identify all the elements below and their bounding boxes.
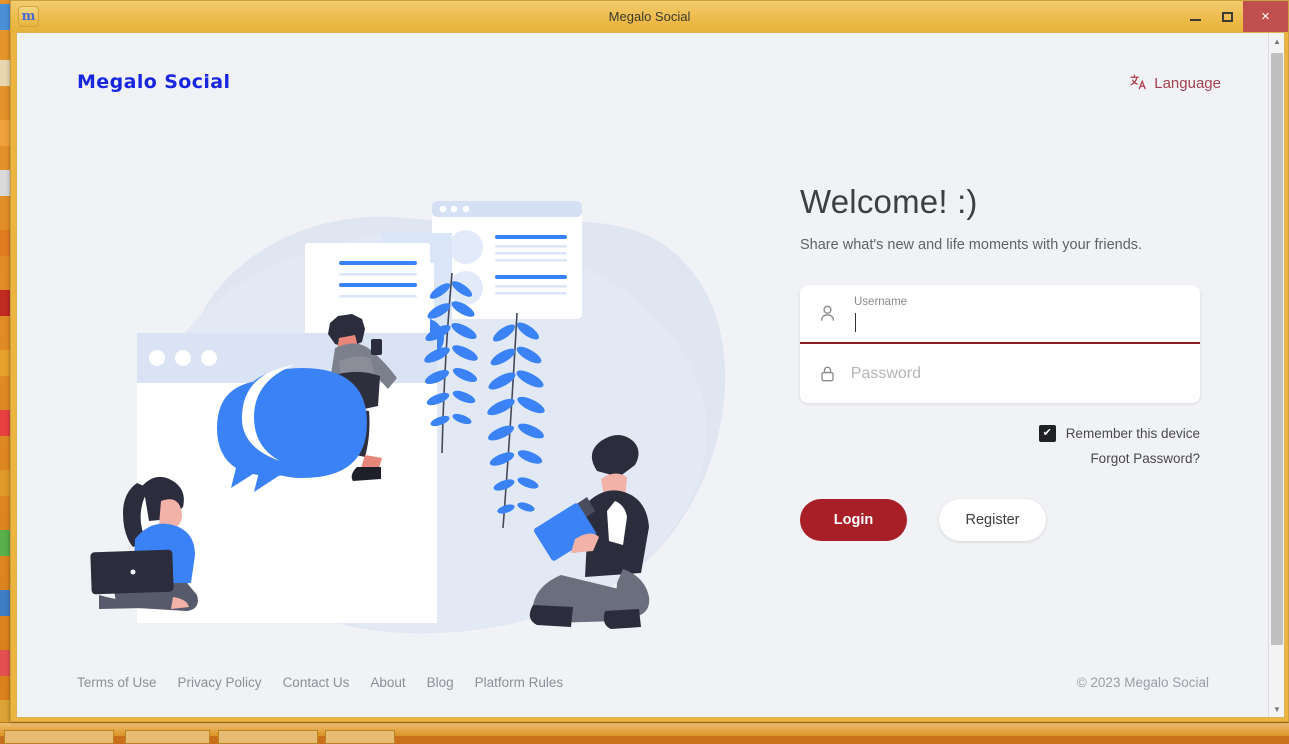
footer-link-terms[interactable]: Terms of Use bbox=[77, 675, 157, 690]
page-footer: Terms of Use Privacy Policy Contact Us A… bbox=[17, 675, 1269, 690]
window-titlebar[interactable]: m Megalo Social × bbox=[11, 1, 1288, 32]
text-cursor bbox=[855, 313, 856, 332]
footer-link-rules[interactable]: Platform Rules bbox=[475, 675, 564, 690]
window-client-area: Megalo Social Language bbox=[16, 32, 1285, 718]
page-title: Welcome! :) bbox=[800, 183, 1220, 221]
login-button[interactable]: Login bbox=[800, 499, 907, 541]
translate-icon bbox=[1130, 74, 1147, 93]
remember-checkbox[interactable]: ✔ bbox=[1039, 425, 1056, 442]
scroll-down-arrow[interactable]: ▼ bbox=[1269, 701, 1285, 717]
forgot-password-link[interactable]: Forgot Password? bbox=[1090, 451, 1200, 466]
taskbar-item[interactable] bbox=[125, 730, 210, 744]
footer-link-privacy[interactable]: Privacy Policy bbox=[178, 675, 262, 690]
language-label: Language bbox=[1154, 75, 1221, 92]
form-buttons: Login Register bbox=[800, 499, 1220, 541]
footer-link-blog[interactable]: Blog bbox=[427, 675, 454, 690]
password-input[interactable] bbox=[851, 365, 1182, 383]
login-page: Megalo Social Language bbox=[17, 33, 1269, 717]
login-form: Welcome! :) Share what's new and life mo… bbox=[800, 183, 1220, 541]
app-icon: m bbox=[18, 6, 39, 27]
scrollbar-thumb[interactable] bbox=[1271, 53, 1283, 645]
register-button[interactable]: Register bbox=[939, 499, 1046, 541]
user-icon bbox=[818, 304, 851, 323]
application-window: m Megalo Social × Megalo Social Language bbox=[10, 0, 1289, 722]
close-button[interactable]: × bbox=[1243, 1, 1288, 32]
maximize-icon bbox=[1222, 12, 1233, 22]
page-subtitle: Share what's new and life moments with y… bbox=[800, 237, 1220, 253]
remember-device-row[interactable]: ✔ Remember this device bbox=[1039, 425, 1200, 442]
maximize-button[interactable] bbox=[1211, 1, 1243, 32]
minimize-icon bbox=[1190, 19, 1201, 21]
username-field-row[interactable]: Username bbox=[800, 285, 1200, 344]
taskbar-item[interactable] bbox=[325, 730, 395, 744]
form-options: ✔ Remember this device Forgot Password? bbox=[800, 425, 1200, 466]
password-field-row[interactable] bbox=[800, 344, 1200, 403]
taskbar-item[interactable] bbox=[218, 730, 318, 744]
copyright-text: © 2023 Megalo Social bbox=[1077, 675, 1209, 690]
vertical-scrollbar[interactable]: ▲ ▼ bbox=[1268, 33, 1284, 717]
brand-logo: Megalo Social bbox=[77, 71, 230, 93]
username-label: Username bbox=[854, 296, 907, 308]
taskbar[interactable] bbox=[0, 722, 1289, 736]
language-selector[interactable]: Language bbox=[1130, 74, 1221, 93]
login-illustration bbox=[77, 183, 757, 653]
window-title: Megalo Social bbox=[11, 9, 1288, 24]
window-controls: × bbox=[1179, 1, 1288, 32]
footer-link-about[interactable]: About bbox=[370, 675, 405, 690]
minimize-button[interactable] bbox=[1179, 1, 1211, 32]
footer-links: Terms of Use Privacy Policy Contact Us A… bbox=[77, 675, 563, 690]
taskbar-item[interactable] bbox=[4, 730, 114, 744]
remember-label: Remember this device bbox=[1066, 426, 1200, 441]
footer-link-contact[interactable]: Contact Us bbox=[283, 675, 350, 690]
credentials-group: Username bbox=[800, 285, 1200, 403]
lock-icon bbox=[818, 364, 851, 383]
scroll-up-arrow[interactable]: ▲ bbox=[1269, 33, 1285, 49]
